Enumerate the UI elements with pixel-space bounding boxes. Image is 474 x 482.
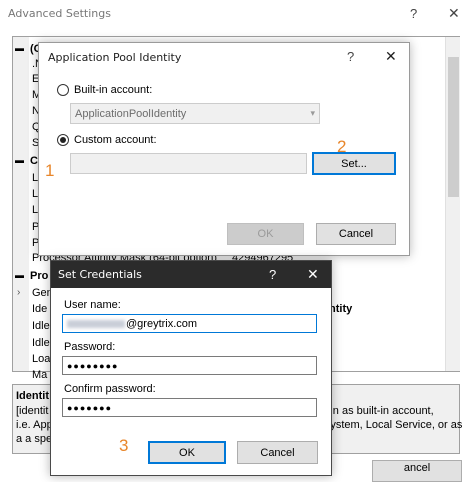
- set-button[interactable]: Set...: [312, 152, 396, 175]
- username-value: @greytrix.com: [126, 317, 198, 330]
- builtin-account-value: ApplicationPoolIdentity: [75, 107, 187, 120]
- credentials-cancel-button[interactable]: Cancel: [237, 441, 318, 464]
- set-credentials-titlebar: Set Credentials ? ✕: [51, 261, 331, 288]
- confirm-password-field[interactable]: ●●●●●●●: [62, 398, 317, 417]
- step-callout-1: 1: [45, 161, 55, 180]
- description-text: [identit: [16, 405, 49, 417]
- step-callout-3: 3: [119, 436, 129, 455]
- app-pool-identity-title: Application Pool Identity: [48, 51, 182, 64]
- section-cpu: C: [30, 155, 38, 167]
- collapse-general-icon[interactable]: ▬: [15, 43, 24, 53]
- advanced-settings-title: Advanced Settings: [8, 7, 111, 20]
- app-pool-cancel-label: Cancel: [338, 228, 374, 240]
- close-icon[interactable]: ✕: [448, 5, 460, 22]
- advanced-cancel-label: ancel: [403, 462, 431, 474]
- credentials-ok-button[interactable]: OK: [148, 441, 226, 464]
- password-value: ●●●●●●●●: [67, 360, 119, 371]
- help-icon[interactable]: ?: [410, 6, 417, 21]
- property-label[interactable]: Ma: [32, 369, 47, 381]
- help-icon[interactable]: ?: [269, 267, 276, 282]
- property-label[interactable]: Ide: [32, 303, 47, 315]
- description-text: run as built-in account,: [323, 405, 434, 417]
- section-process-model: Pro: [30, 270, 49, 282]
- set-button-label: Set...: [341, 157, 367, 170]
- credentials-ok-label: OK: [179, 446, 195, 459]
- set-credentials-title: Set Credentials: [58, 268, 142, 281]
- identity-value-fragment: ntity: [329, 303, 353, 315]
- advanced-settings-titlebar: Advanced Settings ? ✕: [0, 0, 474, 28]
- property-grid-gutter: [13, 37, 29, 371]
- description-text: System, Local Service, or as: [323, 419, 463, 431]
- collapse-cpu-icon[interactable]: ▬: [15, 155, 24, 165]
- builtin-account-label[interactable]: Built-in account:: [74, 84, 152, 96]
- custom-account-field[interactable]: [70, 153, 307, 174]
- username-field[interactable]: @greytrix.com: [62, 314, 317, 333]
- scrollbar-thumb[interactable]: [448, 57, 459, 197]
- app-pool-identity-dialog: Application Pool Identity ? ✕ Built-in a…: [38, 42, 410, 256]
- builtin-account-select[interactable]: ApplicationPoolIdentity ▾: [70, 103, 320, 124]
- username-redacted: [67, 319, 125, 328]
- set-credentials-dialog: Set Credentials ? ✕ User name: @greytrix…: [50, 260, 332, 476]
- custom-account-label[interactable]: Custom account:: [74, 134, 157, 146]
- app-pool-ok-label: OK: [257, 228, 274, 240]
- password-field[interactable]: ●●●●●●●●: [62, 356, 317, 375]
- property-label[interactable]: Idle: [32, 337, 50, 349]
- app-pool-ok-button[interactable]: OK: [227, 223, 304, 245]
- custom-account-radio[interactable]: [57, 134, 69, 146]
- collapse-process-icon[interactable]: ▬: [15, 270, 24, 280]
- step-callout-2: 2: [337, 137, 347, 156]
- help-icon[interactable]: ?: [347, 49, 354, 64]
- property-grid-scrollbar[interactable]: [445, 37, 460, 371]
- close-icon[interactable]: ✕: [385, 48, 397, 65]
- username-label: User name:: [64, 299, 121, 311]
- advanced-cancel-button[interactable]: ancel: [372, 460, 462, 482]
- chevron-down-icon: ▾: [310, 108, 315, 118]
- description-text: i.e. App: [16, 419, 53, 431]
- password-label: Password:: [64, 341, 116, 353]
- builtin-account-radio[interactable]: [57, 84, 69, 96]
- property-label[interactable]: Loa: [32, 353, 50, 365]
- credentials-cancel-label: Cancel: [260, 446, 295, 459]
- description-title: Identit: [16, 390, 49, 402]
- app-pool-cancel-button[interactable]: Cancel: [316, 223, 396, 245]
- close-icon[interactable]: ✕: [307, 266, 319, 283]
- confirm-password-value: ●●●●●●●: [67, 402, 113, 413]
- expand-icon[interactable]: ›: [17, 287, 20, 298]
- property-label[interactable]: Idle: [32, 320, 50, 332]
- confirm-password-label: Confirm password:: [64, 383, 156, 395]
